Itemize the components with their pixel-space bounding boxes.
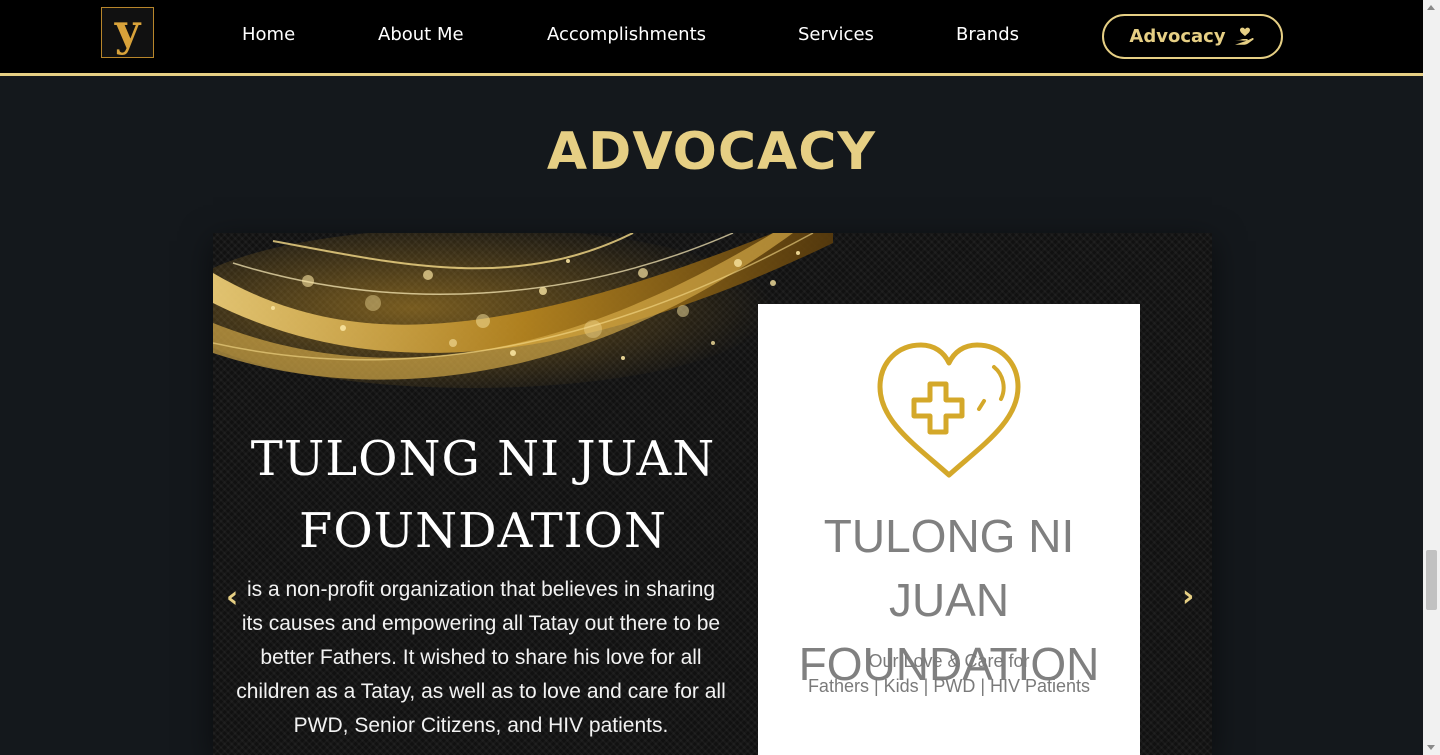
site-logo[interactable]: y <box>101 7 154 58</box>
title-line-2: FOUNDATION <box>299 503 667 559</box>
gold-glitter-wave <box>213 233 833 388</box>
carousel-next-arrow[interactable]: › <box>1182 582 1194 612</box>
carousel-prev-arrow[interactable]: ‹ <box>226 583 238 613</box>
scrollbar-thumb[interactable] <box>1426 550 1437 610</box>
hand-holding-heart-icon <box>1234 27 1254 45</box>
page-scrollbar[interactable] <box>1423 0 1440 755</box>
title-line-1: TULONG NI JUAN <box>250 431 716 487</box>
top-navbar: y Home About Me Accomplishments Services… <box>0 0 1423 76</box>
advocacy-label: Advocacy <box>1129 26 1226 47</box>
nav-advocacy-button[interactable]: Advocacy <box>1102 14 1283 59</box>
nav-brands[interactable]: Brands <box>956 24 1019 45</box>
scroll-down-arrow-icon[interactable] <box>1427 745 1435 750</box>
nav-home[interactable]: Home <box>242 24 295 45</box>
foundation-logo-image: TULONG NI JUAN FOUNDATION Our Love & Car… <box>758 304 1140 755</box>
logo-letter: y <box>114 4 141 56</box>
foundation-title: TULONG NI JUAN FOUNDATION <box>213 423 753 567</box>
section-title: ADVOCACY <box>546 122 877 182</box>
foundation-description: is a non-profit organization that believ… <box>236 578 726 737</box>
logo-name-line-1: TULONG NI JUAN <box>823 510 1075 626</box>
nav-about-me[interactable]: About Me <box>378 24 464 45</box>
nav-services[interactable]: Services <box>798 24 874 45</box>
nav-accomplishments[interactable]: Accomplishments <box>547 24 706 45</box>
scroll-up-arrow-icon[interactable] <box>1427 5 1435 10</box>
heart-cross-icon <box>877 342 1021 478</box>
tagline-line-2: Fathers | Kids | PWD | HIV Patients <box>807 676 1091 696</box>
advocacy-carousel-slide: TULONG NI JUAN FOUNDATION is a non-profi… <box>213 233 1212 755</box>
logo-tagline: Our Love & Care for Fathers | Kids | PWD… <box>758 649 1140 699</box>
tagline-line-1: Our Love & Care for <box>868 651 1030 671</box>
